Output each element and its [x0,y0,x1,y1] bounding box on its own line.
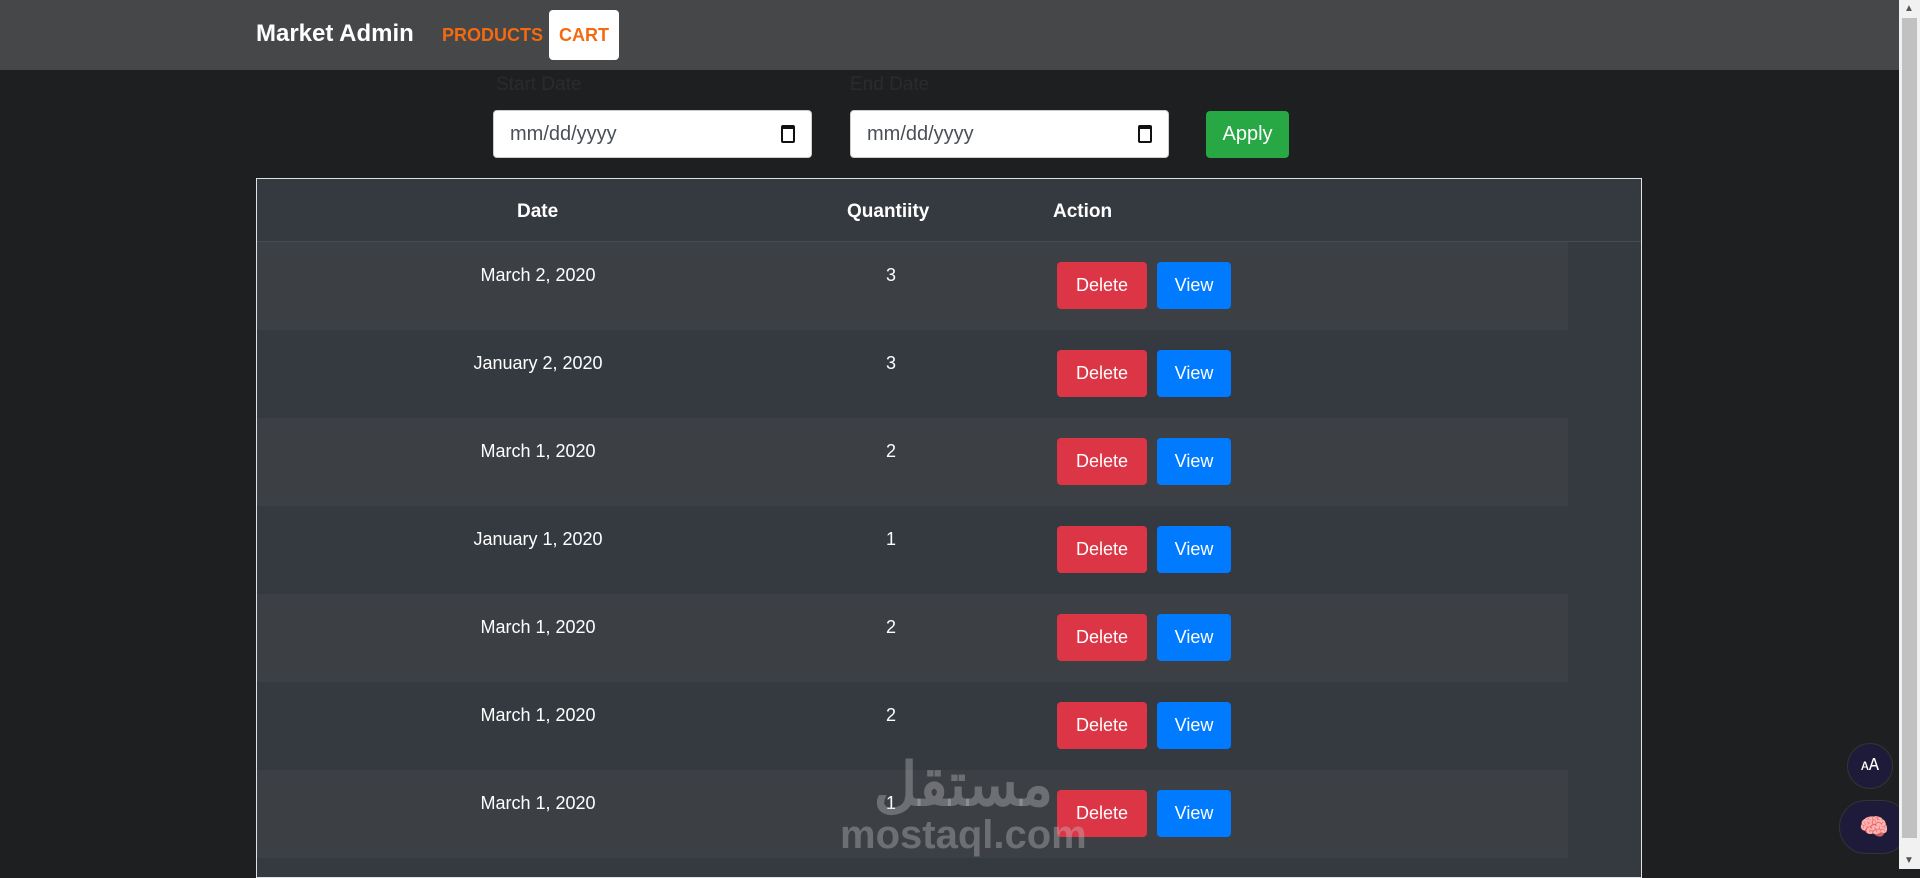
view-button[interactable]: View [1157,702,1231,749]
view-button[interactable]: View [1157,614,1231,661]
header-quantity: Quantiity [847,201,930,222]
quantity-cell: 2 [885,441,897,461]
navbar: Market Admin PRODUCTS CART [0,0,1899,70]
end-date-input[interactable]: mm/dd/yyyy [850,110,1169,158]
start-date-input[interactable]: mm/dd/yyyy [493,110,812,158]
quantity-cell: 2 [885,617,897,637]
delete-button[interactable]: Delete [1057,526,1147,573]
view-button[interactable]: View [1157,350,1231,397]
brand[interactable]: Market Admin [256,20,414,48]
end-date-placeholder: mm/dd/yyyy [867,122,974,145]
delete-button[interactable]: Delete [1057,262,1147,309]
view-button[interactable]: View [1157,526,1231,573]
scrollbar[interactable]: ▲ ▼ [1899,0,1920,869]
date-cell: March 2, 2020 [480,265,596,285]
scroll-up-icon[interactable]: ▲ [1904,3,1914,14]
table-header: Date Quantiity Action [257,179,1641,242]
nav-cart[interactable]: CART [549,10,619,60]
table-row: January 2, 2020 3 Delete View [257,330,1568,418]
watermark: مستقل mostaql.com [840,751,1087,857]
start-date-placeholder: mm/dd/yyyy [510,122,617,145]
table-row: March 1, 2020 2 Delete View [257,418,1568,506]
start-date-label: Start Date [496,74,582,95]
delete-button[interactable]: Delete [1057,350,1147,397]
quantity-cell: 3 [885,265,897,285]
apply-button[interactable]: Apply [1206,111,1289,158]
view-button[interactable]: View [1157,262,1231,309]
delete-button[interactable]: Delete [1057,614,1147,661]
date-cell: March 1, 2020 [480,441,596,461]
translate-icon[interactable]: 🗚 [1847,743,1893,789]
view-button[interactable]: View [1157,790,1231,837]
delete-button[interactable]: Delete [1057,438,1147,485]
header-date: Date [517,201,559,222]
quantity-cell: 3 [885,353,897,373]
nav-products[interactable]: PRODUCTS [432,10,553,60]
calendar-icon[interactable] [1138,125,1152,143]
table-row: January 1, 2020 1 Delete View [257,506,1568,594]
quantity-cell: 2 [885,705,897,725]
date-cell: January 1, 2020 [473,529,603,549]
view-button[interactable]: View [1157,438,1231,485]
quantity-cell: 1 [885,529,897,549]
date-cell: March 1, 2020 [480,705,596,725]
date-cell: March 1, 2020 [480,793,596,813]
delete-button[interactable]: Delete [1057,702,1147,749]
date-cell: January 2, 2020 [473,353,603,373]
scrollbar-thumb[interactable] [1902,18,1917,838]
calendar-icon[interactable] [781,125,795,143]
table-row: March 2, 2020 3 Delete View [257,242,1568,330]
scroll-down-icon[interactable]: ▼ [1904,855,1914,866]
table-row: March 1, 2020 2 Delete View [257,594,1568,682]
end-date-label: End Date [850,74,930,95]
date-cell: March 1, 2020 [480,617,596,637]
header-action: Action [1053,201,1113,222]
